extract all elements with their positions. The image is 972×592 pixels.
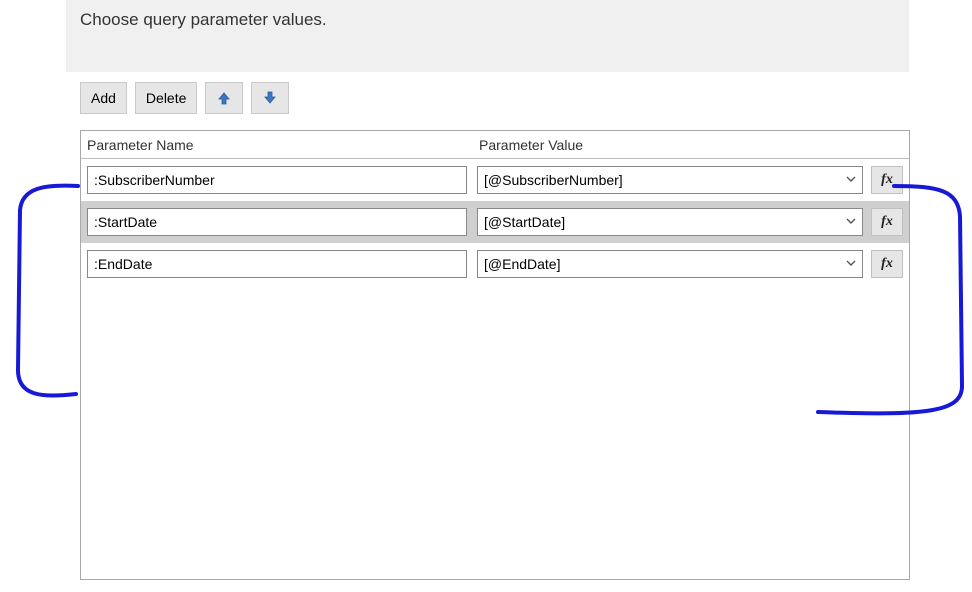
move-up-button[interactable] [205, 82, 243, 114]
arrow-up-icon [217, 91, 231, 105]
parameter-value-select[interactable] [477, 208, 863, 236]
parameter-value-input[interactable] [477, 166, 863, 194]
grid-header: Parameter Name Parameter Value [81, 131, 909, 159]
add-button[interactable]: Add [80, 82, 127, 114]
dialog-header: Choose query parameter values. [66, 0, 909, 72]
table-row[interactable]: fx [81, 159, 909, 201]
parameter-value-wrap: fx [477, 208, 903, 236]
expression-button[interactable]: fx [871, 166, 903, 194]
expression-button[interactable]: fx [871, 208, 903, 236]
table-row[interactable]: fx [81, 243, 909, 285]
move-down-button[interactable] [251, 82, 289, 114]
expression-button[interactable]: fx [871, 250, 903, 278]
annotation-left [4, 180, 82, 410]
parameter-value-select[interactable] [477, 166, 863, 194]
parameters-grid: Parameter Name Parameter Value fx fx fx [80, 130, 910, 580]
parameter-value-input[interactable] [477, 250, 863, 278]
parameter-name-input[interactable] [87, 250, 467, 278]
column-header-value: Parameter Value [473, 137, 909, 153]
column-header-name: Parameter Name [81, 137, 473, 153]
parameter-name-input[interactable] [87, 166, 467, 194]
delete-button[interactable]: Delete [135, 82, 197, 114]
parameter-name-input[interactable] [87, 208, 467, 236]
toolbar: Add Delete [80, 82, 289, 114]
arrow-down-icon [263, 91, 277, 105]
page-title: Choose query parameter values. [80, 10, 895, 30]
parameter-value-input[interactable] [477, 208, 863, 236]
parameter-value-wrap: fx [477, 250, 903, 278]
parameter-value-select[interactable] [477, 250, 863, 278]
table-row[interactable]: fx [81, 201, 909, 243]
parameter-value-wrap: fx [477, 166, 903, 194]
